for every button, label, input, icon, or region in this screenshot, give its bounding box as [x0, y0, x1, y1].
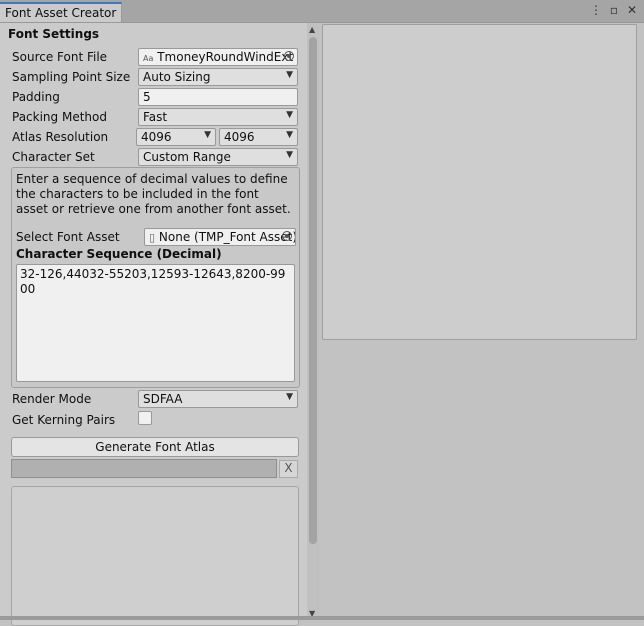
scroll-up-icon[interactable]: ▲: [309, 25, 315, 34]
select-font-asset-label: Select Font Asset: [16, 230, 120, 244]
object-picker-icon[interactable]: [282, 231, 292, 241]
object-picker-icon[interactable]: [284, 51, 294, 61]
atlas-resolution-row: Atlas Resolution 4096 ▼ 4096 ▼: [12, 128, 298, 146]
padding-value: 5: [143, 90, 151, 104]
dropdown-arrow-icon: ▼: [204, 130, 211, 140]
character-set-value: Custom Range: [143, 150, 231, 164]
scrollbar-thumb[interactable]: [309, 37, 317, 544]
source-font-file-value: TmoneyRoundWindExt: [157, 50, 294, 64]
packing-method-row: Packing Method Fast ▼: [12, 108, 298, 126]
atlas-width-dropdown[interactable]: 4096 ▼: [136, 128, 216, 146]
dropdown-arrow-icon: ▼: [286, 392, 293, 402]
source-font-file-field[interactable]: Aa TmoneyRoundWindExt: [138, 48, 298, 66]
atlas-resolution-label: Atlas Resolution: [12, 130, 109, 144]
progress-bar: [11, 459, 277, 478]
sampling-point-size-label: Sampling Point Size: [12, 70, 131, 84]
source-font-file-row: Source Font File Aa TmoneyRoundWindExt: [12, 48, 298, 66]
preview-panel: [319, 23, 644, 620]
atlas-height-dropdown[interactable]: 4096 ▼: [219, 128, 298, 146]
render-mode-value: SDFAA: [143, 392, 183, 406]
font-asset-creator-window: Font Asset Creator ⋮ ▫ ✕ Font Settings S…: [0, 0, 644, 626]
render-mode-dropdown[interactable]: SDFAA ▼: [138, 390, 298, 408]
get-kerning-pairs-row: Get Kerning Pairs: [12, 411, 298, 429]
font-icon: Aa: [143, 54, 154, 63]
select-font-asset-value: None (TMP_Font Asset): [158, 230, 296, 244]
render-mode-row: Render Mode SDFAA ▼: [12, 390, 298, 408]
output-feedback-box: [11, 486, 299, 626]
atlas-width-value: 4096: [141, 130, 172, 144]
get-kerning-pairs-checkbox[interactable]: [138, 411, 152, 425]
padding-input[interactable]: 5: [138, 88, 298, 106]
character-set-dropdown[interactable]: Custom Range ▼: [138, 148, 298, 166]
dropdown-arrow-icon: ▼: [286, 130, 293, 140]
render-mode-label: Render Mode: [12, 392, 92, 406]
select-font-asset-row: Select Font Asset ▯ None (TMP_Font Asset…: [16, 228, 298, 246]
custom-range-box: Enter a sequence of decimal values to de…: [11, 167, 300, 388]
sampling-point-size-row: Sampling Point Size Auto Sizing ▼: [12, 68, 298, 86]
document-icon: ▯: [149, 231, 156, 244]
tab-font-asset-creator[interactable]: Font Asset Creator: [0, 2, 122, 22]
padding-label: Padding: [12, 90, 60, 104]
character-set-label: Character Set: [12, 150, 95, 164]
close-icon[interactable]: ✕: [626, 3, 638, 17]
bottom-border: [0, 616, 644, 620]
cancel-button[interactable]: X: [279, 460, 298, 478]
select-font-asset-field[interactable]: ▯ None (TMP_Font Asset): [144, 228, 296, 246]
character-sequence-input[interactable]: 32-126,44032-55203,12593-12643,8200-9900: [16, 264, 295, 382]
dropdown-arrow-icon: ▼: [286, 150, 293, 160]
tab-bar: Font Asset Creator ⋮ ▫ ✕: [0, 0, 644, 23]
sampling-point-size-value: Auto Sizing: [143, 70, 211, 84]
packing-method-label: Packing Method: [12, 110, 107, 124]
dropdown-arrow-icon: ▼: [286, 110, 293, 120]
maximize-icon[interactable]: ▫: [608, 3, 620, 17]
character-sequence-label: Character Sequence (Decimal): [16, 247, 222, 261]
atlas-preview: [322, 24, 637, 340]
character-set-row: Character Set Custom Range ▼: [12, 148, 298, 166]
packing-method-value: Fast: [143, 110, 168, 124]
window-controls: ⋮ ▫ ✕: [590, 3, 638, 17]
source-font-file-label: Source Font File: [12, 50, 108, 64]
get-kerning-pairs-label: Get Kerning Pairs: [12, 413, 116, 427]
more-options-icon[interactable]: ⋮: [590, 3, 602, 17]
generate-font-atlas-button[interactable]: Generate Font Atlas: [11, 437, 299, 457]
section-title: Font Settings: [8, 27, 100, 41]
packing-method-dropdown[interactable]: Fast ▼: [138, 108, 298, 126]
help-text: Enter a sequence of decimal values to de…: [16, 172, 291, 216]
vertical-scrollbar[interactable]: ▲ ▼: [307, 23, 319, 620]
settings-panel: Font Settings Source Font File Aa Tmoney…: [0, 23, 307, 626]
atlas-height-value: 4096: [224, 130, 255, 144]
padding-row: Padding 5: [12, 88, 298, 106]
sampling-point-size-dropdown[interactable]: Auto Sizing ▼: [138, 68, 298, 86]
dropdown-arrow-icon: ▼: [286, 70, 293, 80]
